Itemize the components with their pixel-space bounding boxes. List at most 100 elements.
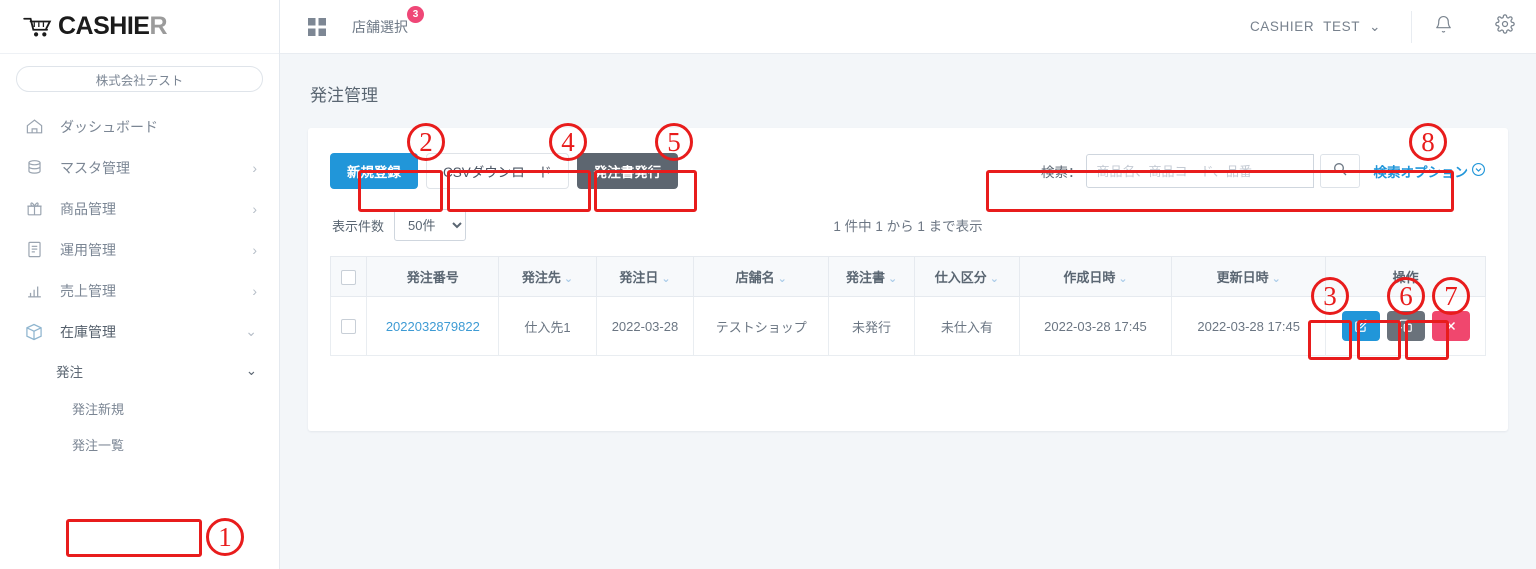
gift-icon bbox=[22, 199, 46, 219]
sidebar: CASHIER 株式会社テスト ダッシュボード マスタ管理 › 商品管理 › 運… bbox=[0, 0, 280, 569]
select-all-checkbox[interactable] bbox=[341, 269, 357, 285]
search-area: 検索： 検索オプション bbox=[1041, 154, 1486, 188]
shopping-cart-icon bbox=[23, 17, 52, 36]
chevron-right-icon: › bbox=[252, 282, 257, 299]
search-input[interactable] bbox=[1085, 154, 1314, 188]
sidebar-item-label: 運用管理 bbox=[60, 241, 116, 258]
td-supplier: 仕入先1 bbox=[498, 296, 597, 356]
user-menu[interactable]: CASHIER TEST ⌄ bbox=[1250, 19, 1411, 35]
sidebar-item-label: 在庫管理 bbox=[60, 323, 116, 340]
table-row: 2022032879822 仕入先1 2022-03-28 テストショップ 未発… bbox=[329, 296, 1486, 356]
sidebar-item-sales[interactable]: 売上管理 › bbox=[0, 270, 279, 311]
brand-name: CASHIER bbox=[58, 12, 168, 41]
sidebar-item-label: ダッシュボード bbox=[60, 118, 158, 135]
store-count-badge: 3 bbox=[407, 5, 424, 23]
row-action-group bbox=[1332, 311, 1479, 341]
grid-icon[interactable] bbox=[280, 17, 326, 36]
copy-row-button[interactable] bbox=[1386, 311, 1425, 341]
top-bar-right: CASHIER TEST ⌄ bbox=[1250, 0, 1536, 53]
toolbar: 新規登録 CSVダウンロード 発注書発行 検索： 検索オプション bbox=[330, 152, 1486, 190]
row-checkbox[interactable] bbox=[341, 319, 357, 335]
sidebar-nav: ダッシュボード マスタ管理 › 商品管理 › 運用管理 › 売上管理 › 在庫管… bbox=[0, 106, 279, 462]
sort-icon[interactable]: ⌄ bbox=[778, 273, 787, 285]
bell-icon bbox=[1434, 15, 1453, 39]
order-number-link[interactable]: 2022032879822 bbox=[386, 319, 480, 334]
sidebar-item-label: 売上管理 bbox=[60, 282, 116, 299]
sidebar-item-master[interactable]: マスタ管理 › bbox=[0, 147, 279, 188]
database-icon bbox=[22, 158, 46, 178]
search-button[interactable] bbox=[1319, 154, 1360, 188]
th-label: 作成日時 bbox=[1063, 270, 1116, 285]
sidebar-subgroup-order[interactable]: 発注 ⌄ bbox=[0, 352, 279, 390]
store-selector[interactable]: 店舗選択 3 bbox=[352, 5, 424, 37]
sidebar-item-product[interactable]: 商品管理 › bbox=[0, 188, 279, 229]
notifications-button[interactable] bbox=[1412, 0, 1474, 54]
table-header-row: 発注番号 発注先 ⌄ 発注日 ⌄ 店舗名 ⌄ 発注書 ⌄ 仕入区分 ⌄ 作成日時 ⌄ 更新日… bbox=[329, 256, 1486, 297]
search-icon bbox=[1332, 161, 1348, 182]
orders-table: 発注番号 発注先 ⌄ 発注日 ⌄ 店舗名 ⌄ 発注書 ⌄ 仕入区分 ⌄ 作成日時 ⌄ 更新日… bbox=[329, 256, 1486, 356]
th-label: 更新日時 bbox=[1216, 270, 1269, 285]
th-select-all[interactable] bbox=[329, 256, 368, 297]
edit-row-button[interactable] bbox=[1341, 311, 1380, 341]
sidebar-item-label: 商品管理 bbox=[60, 200, 116, 217]
chevron-right-icon: › bbox=[252, 241, 257, 258]
th-shop[interactable]: 店舗名 ⌄ bbox=[693, 256, 830, 297]
page-length-select[interactable]: 50件 bbox=[394, 209, 467, 241]
th-supplier[interactable]: 発注先 ⌄ bbox=[498, 256, 597, 297]
company-name: 株式会社テスト bbox=[95, 73, 184, 88]
box-icon bbox=[22, 322, 46, 342]
sidebar-item-dashboard[interactable]: ダッシュボード bbox=[0, 106, 279, 147]
bar-chart-icon bbox=[22, 281, 46, 301]
sort-icon[interactable]: ⌄ bbox=[1118, 273, 1127, 285]
settings-button[interactable] bbox=[1474, 0, 1536, 54]
issue-order-sheet-button[interactable]: 発注書発行 bbox=[576, 153, 679, 189]
brand-name-accent: R bbox=[149, 12, 168, 40]
th-label: 発注日 bbox=[619, 270, 659, 285]
td-created-at: 2022-03-28 17:45 bbox=[1018, 296, 1173, 356]
td-purchase-type: 未仕入有 bbox=[913, 296, 1020, 356]
main-content: 発注管理 新規登録 CSVダウンロード 発注書発行 検索： 商品名、商品コード、… bbox=[280, 54, 1536, 569]
sidebar-item-order-new[interactable]: 発注新規 bbox=[0, 390, 279, 426]
new-registration-button[interactable]: 新規登録 bbox=[330, 153, 418, 189]
brand-logo[interactable]: CASHIER bbox=[0, 0, 279, 54]
th-updated-at[interactable]: 更新日時 ⌄ bbox=[1171, 256, 1327, 297]
sort-icon[interactable]: ⌄ bbox=[888, 273, 897, 285]
th-label: 発注番号 bbox=[406, 270, 459, 285]
company-selector[interactable]: 株式会社テスト bbox=[16, 66, 263, 92]
sort-icon[interactable]: ⌄ bbox=[661, 273, 670, 285]
csv-download-button[interactable]: CSVダウンロード bbox=[426, 153, 569, 189]
sort-icon[interactable]: ⌄ bbox=[990, 273, 999, 285]
chevron-right-icon: › bbox=[252, 159, 257, 176]
td-shop: テストショップ bbox=[693, 296, 830, 356]
sidebar-item-inventory[interactable]: 在庫管理 ⌄ bbox=[0, 311, 279, 352]
user-name: TEST bbox=[1323, 19, 1361, 34]
content-card: 新規登録 CSVダウンロード 発注書発行 検索： 検索オプション bbox=[308, 128, 1508, 431]
sidebar-item-operation[interactable]: 運用管理 › bbox=[0, 229, 279, 270]
brand-name-main: CASHIE bbox=[58, 12, 150, 40]
sort-icon[interactable]: ⌄ bbox=[1272, 273, 1281, 285]
th-order-sheet[interactable]: 発注書 ⌄ bbox=[828, 256, 915, 297]
td-updated-at: 2022-03-28 17:45 bbox=[1171, 296, 1327, 356]
search-label: 検索： bbox=[1041, 165, 1082, 180]
sidebar-subgroup-label: 発注 bbox=[56, 365, 83, 380]
td-actions bbox=[1325, 296, 1486, 356]
th-purchase-type[interactable]: 仕入区分 ⌄ bbox=[913, 256, 1020, 297]
th-order-number[interactable]: 発注番号 bbox=[366, 256, 500, 297]
document-icon bbox=[22, 240, 46, 260]
search-options-label: 検索オプション bbox=[1373, 165, 1469, 180]
sidebar-item-order-list[interactable]: 発注一覧 bbox=[0, 426, 279, 462]
gear-icon bbox=[1495, 14, 1515, 39]
page-title: 発注管理 bbox=[310, 86, 378, 105]
th-created-at[interactable]: 作成日時 ⌄ bbox=[1018, 256, 1173, 297]
search-options-toggle[interactable]: 検索オプション bbox=[1374, 161, 1487, 181]
th-actions: 操作 bbox=[1325, 256, 1486, 297]
th-order-date[interactable]: 発注日 ⌄ bbox=[595, 256, 695, 297]
td-order-number: 2022032879822 bbox=[366, 296, 500, 356]
delete-row-button[interactable] bbox=[1431, 311, 1470, 341]
home-icon bbox=[22, 117, 46, 137]
chevron-down-circle-icon bbox=[1471, 162, 1486, 180]
top-bar: 店舗選択 3 CASHIER TEST ⌄ bbox=[280, 0, 1536, 54]
th-label: 発注書 bbox=[845, 270, 885, 285]
td-row-select[interactable] bbox=[329, 296, 368, 356]
sort-icon[interactable]: ⌄ bbox=[564, 273, 573, 285]
